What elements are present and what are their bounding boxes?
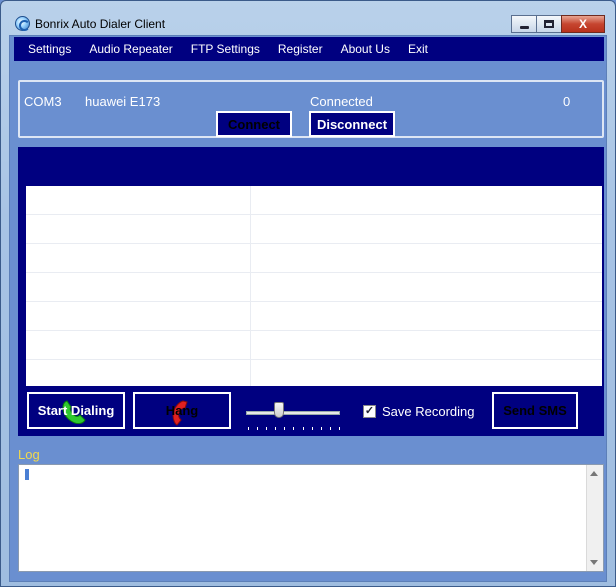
slider-ticks xyxy=(248,427,340,431)
menu-settings[interactable]: Settings xyxy=(28,42,71,56)
check-icon: ✓ xyxy=(364,405,375,417)
hang-button[interactable]: Hang xyxy=(133,392,231,429)
volume-slider[interactable] xyxy=(246,411,340,415)
scroll-down-icon[interactable] xyxy=(590,560,598,565)
call-count-label: 0 xyxy=(563,94,571,109)
connect-button[interactable]: Connect xyxy=(216,111,292,137)
save-recording-label: Save Recording xyxy=(382,404,475,419)
close-icon: X xyxy=(578,17,587,31)
device-name-label: huawei E173 xyxy=(85,94,161,109)
title-bar: Bonrix Auto Dialer Client X xyxy=(1,1,615,35)
table-row[interactable] xyxy=(26,331,602,360)
minimize-button[interactable] xyxy=(511,15,537,33)
start-dialing-button[interactable]: Start Dialing xyxy=(27,392,125,429)
table-row[interactable] xyxy=(26,186,602,215)
connection-status-label: Connected xyxy=(310,94,373,109)
menu-audio-repeater[interactable]: Audio Repeater xyxy=(89,42,172,56)
close-button[interactable]: X xyxy=(561,15,605,33)
start-dialing-label: Start Dialing xyxy=(37,403,115,418)
menu-register[interactable]: Register xyxy=(278,42,323,56)
log-scrollbar[interactable] xyxy=(586,465,603,571)
send-sms-button[interactable]: Send SMS xyxy=(492,392,578,429)
table-row[interactable] xyxy=(26,302,602,331)
table-row[interactable] xyxy=(26,244,602,273)
log-label: Log xyxy=(18,447,40,462)
number-grid[interactable] xyxy=(26,186,602,386)
volume-slider-thumb[interactable] xyxy=(273,402,284,418)
scroll-up-icon[interactable] xyxy=(590,471,598,476)
client-area: Settings Audio Repeater FTP Settings Reg… xyxy=(9,35,607,582)
log-textarea[interactable] xyxy=(18,464,604,572)
app-logo-icon xyxy=(15,16,30,31)
column-divider xyxy=(250,186,251,386)
menu-bar: Settings Audio Repeater FTP Settings Reg… xyxy=(14,37,604,61)
maximize-icon xyxy=(544,20,554,28)
save-recording-checkbox[interactable]: ✓ xyxy=(363,405,376,418)
table-row[interactable] xyxy=(26,215,602,244)
window-title: Bonrix Auto Dialer Client xyxy=(35,17,166,31)
disconnect-button[interactable]: Disconnect xyxy=(309,111,395,137)
com-port-label: COM3 xyxy=(24,94,62,109)
app-window: Bonrix Auto Dialer Client X Settings Aud… xyxy=(0,0,616,587)
table-row[interactable] xyxy=(26,273,602,302)
maximize-button[interactable] xyxy=(536,15,562,33)
window-controls: X xyxy=(511,15,605,33)
dialer-panel: Start Dialing Hang ✓ Save Recording Send… xyxy=(18,147,604,436)
table-row[interactable] xyxy=(26,360,602,389)
menu-about-us[interactable]: About Us xyxy=(341,42,390,56)
connection-panel: COM3 huawei E173 Connected 0 Connect Dis… xyxy=(18,80,604,138)
minimize-icon xyxy=(519,25,529,29)
hang-label: Hang xyxy=(165,403,199,418)
menu-ftp-settings[interactable]: FTP Settings xyxy=(191,42,260,56)
menu-exit[interactable]: Exit xyxy=(408,42,428,56)
text-caret xyxy=(25,469,29,480)
